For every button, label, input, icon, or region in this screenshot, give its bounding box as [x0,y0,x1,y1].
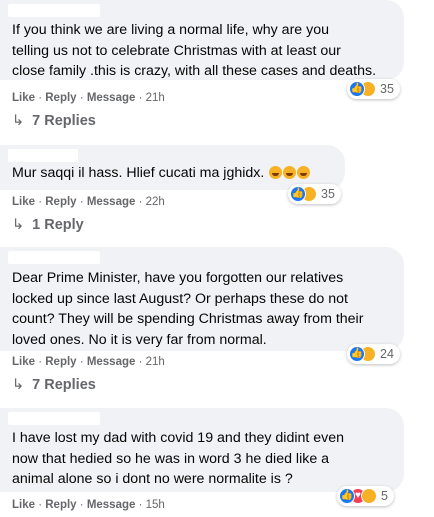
timestamp[interactable]: 15h [146,499,165,511]
comment-bubble: I have lost my dad with covid 19 and the… [0,408,404,492]
comment-bubble: If you think we are living a normal life… [0,0,404,80]
rofl-emoji [283,166,297,179]
comment-actions: Like · Reply · Message · 22h [12,196,165,208]
like-link[interactable]: Like [12,499,35,511]
timestamp[interactable]: 21h [146,356,165,368]
reply-link[interactable]: Reply [45,196,76,208]
like-icon: 👍 [349,81,365,97]
author-name-redacted[interactable] [8,251,100,264]
author-name-redacted[interactable] [8,4,100,17]
reaction-summary[interactable]: 👍 24 [347,344,400,364]
like-link[interactable]: Like [12,196,35,208]
reply-arrow-icon: ↳ [12,377,25,393]
author-name-redacted[interactable] [8,412,100,425]
reply-arrow-icon: ↳ [12,113,25,129]
message-link[interactable]: Message [87,356,136,368]
rofl-emoji [297,166,311,179]
comment-text: Dear Prime Minister, have you forgotten … [12,270,364,348]
comment-text: Mur saqqi il hass. Hlief cucati ma jghid… [12,163,311,184]
reply-link[interactable]: Reply [45,356,76,368]
timestamp[interactable]: 21h [146,92,165,104]
like-link[interactable]: Like [12,92,35,104]
timestamp[interactable]: 22h [146,196,165,208]
reply-link[interactable]: Reply [45,499,76,511]
reaction-count: 24 [380,347,394,361]
rofl-emoji [269,166,283,179]
reaction-count: 35 [321,187,335,201]
reply-link[interactable]: Reply [45,92,76,104]
reaction-summary[interactable]: 👍 ♥ 5 [337,486,394,506]
author-name-redacted[interactable] [8,149,78,162]
comment-actions: Like · Reply · Message · 21h [12,92,165,104]
sad-icon [361,488,377,504]
message-link[interactable]: Message [87,196,136,208]
replies-label: 1 Reply [32,217,84,233]
like-icon: 👍 [290,186,306,202]
message-link[interactable]: Message [87,92,136,104]
comment-text: I have lost my dad with covid 19 and the… [12,430,345,487]
replies-label: 7 Replies [32,113,96,129]
comment-text-body: Mur saqqi il hass. Hlief cucati ma jghid… [12,165,265,181]
comment-bubble: Mur saqqi il hass. Hlief cucati ma jghid… [0,145,345,190]
message-link[interactable]: Message [87,499,136,511]
reaction-summary[interactable]: 👍 35 [288,184,341,204]
like-icon: 👍 [339,488,355,504]
comment-text: If you think we are living a normal life… [12,22,377,79]
like-link[interactable]: Like [12,356,35,368]
view-replies-button[interactable]: ↳ 1 Reply [12,217,84,233]
comment-actions: Like · Reply · Message · 15h [12,499,165,511]
reply-arrow-icon: ↳ [12,217,25,233]
reaction-count: 5 [381,489,388,503]
like-icon: 👍 [349,346,365,362]
view-replies-button[interactable]: ↳ 7 Replies [12,113,96,129]
view-replies-button[interactable]: ↳ 7 Replies [12,377,96,393]
comment-bubble: Dear Prime Minister, have you forgotten … [0,247,404,351]
replies-label: 7 Replies [32,377,96,393]
comment-actions: Like · Reply · Message · 21h [12,356,165,368]
reaction-count: 35 [380,82,394,96]
reaction-summary[interactable]: 👍 35 [347,79,400,99]
